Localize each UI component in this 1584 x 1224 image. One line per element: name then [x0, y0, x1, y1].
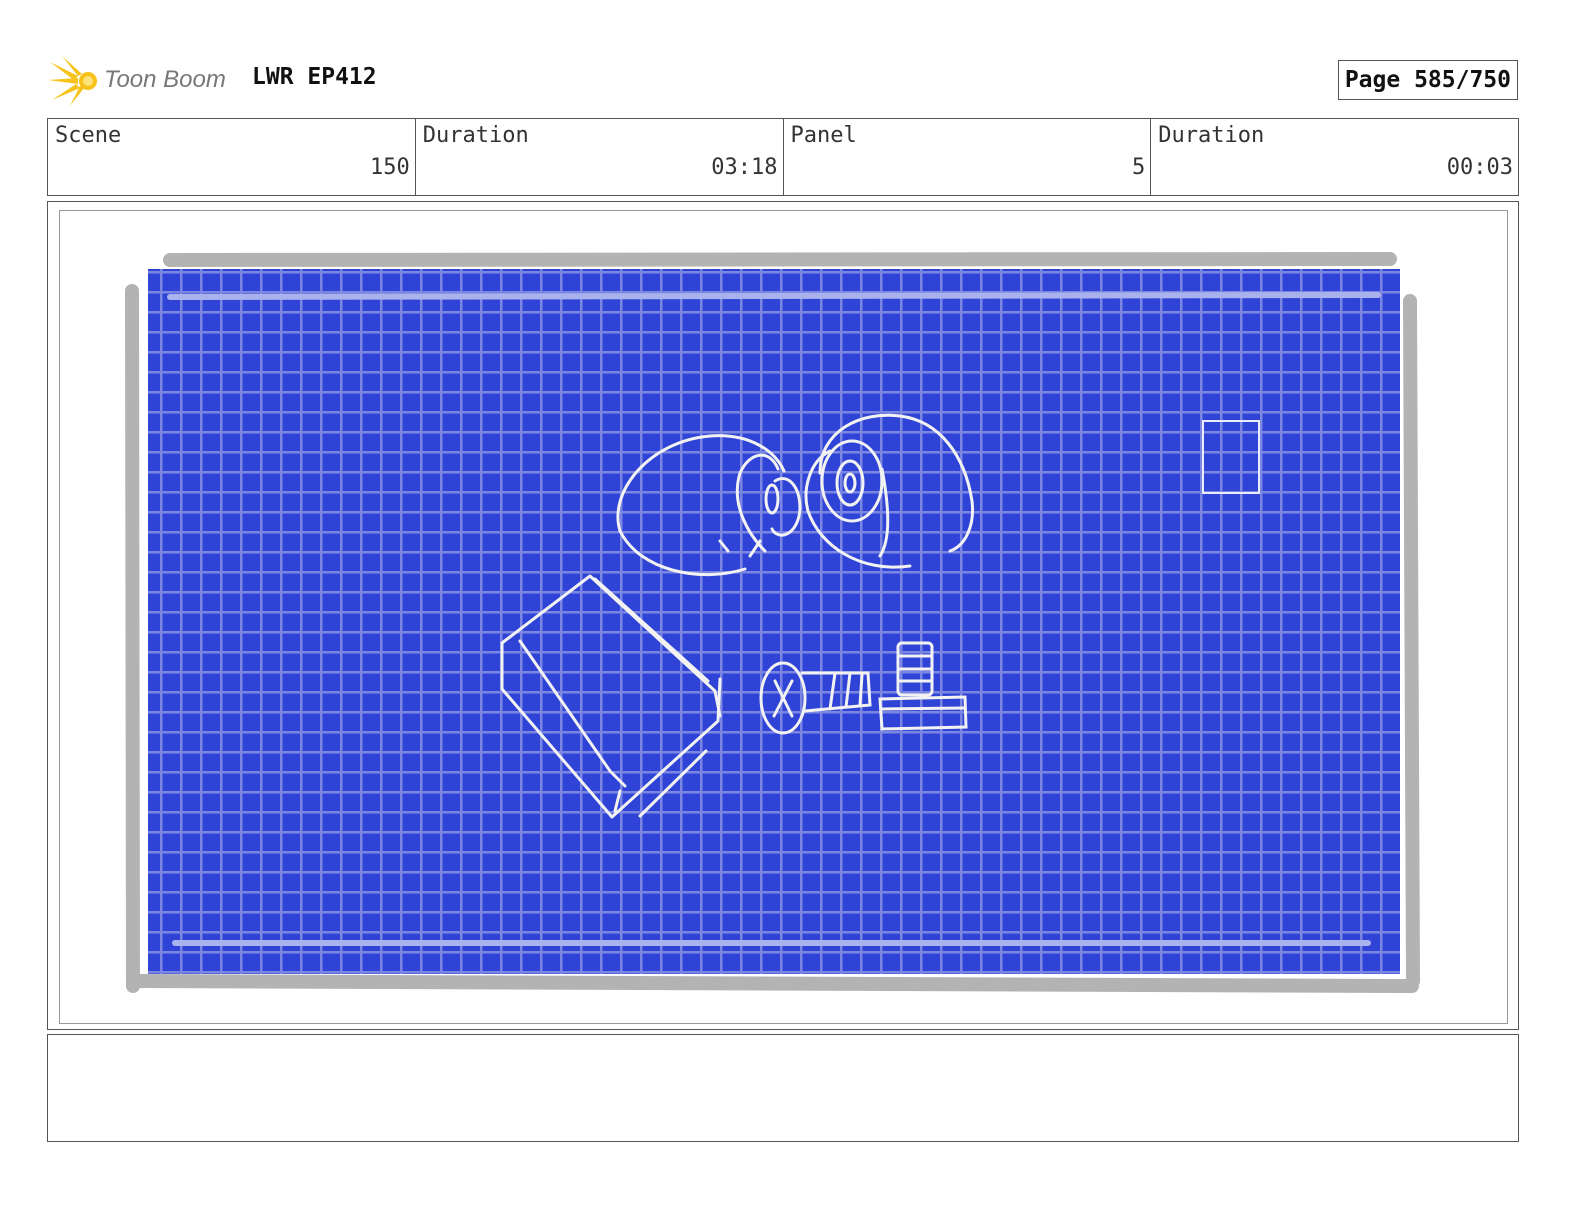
frame-top-stroke — [163, 252, 1397, 267]
panel-value: 5 — [1132, 155, 1146, 180]
scene-label: Scene — [55, 123, 122, 148]
scene-cell: Scene 150 — [48, 119, 416, 195]
frame-left-stroke — [125, 284, 140, 993]
toon-boom-starburst-icon — [48, 56, 97, 106]
panel-duration-value: 00:03 — [1446, 155, 1513, 180]
page-indicator: Page 585/750 — [1337, 60, 1518, 100]
scene-duration-cell: Duration 03:18 — [416, 119, 784, 195]
panel-notes-box[interactable] — [47, 1034, 1519, 1142]
project-title: LWR EP412 — [252, 64, 377, 90]
panel-frame — [59, 210, 1508, 1024]
panel-label: Panel — [790, 123, 857, 148]
panel-duration-cell: Duration 00:03 — [1151, 119, 1518, 195]
highlight-top — [167, 292, 1381, 300]
scene-value: 150 — [370, 155, 410, 180]
panel-duration-label: Duration — [1158, 123, 1265, 148]
blueprint-grid — [148, 269, 1400, 974]
blueprint-sketch — [125, 252, 1420, 993]
storyboard-header: Toon Boom LWR EP412 Page 585/750 — [48, 52, 1518, 108]
frame-bottom-stroke — [133, 974, 1419, 993]
panel-cell: Panel 5 — [784, 119, 1152, 195]
storyboard-panel — [47, 201, 1519, 1030]
logo-text: Toon Boom — [104, 66, 226, 93]
frame-right-stroke — [1403, 294, 1420, 988]
scene-info-bar: Scene 150 Duration 03:18 Panel 5 Duratio… — [47, 118, 1519, 196]
toon-boom-logo: Toon Boom — [48, 54, 248, 108]
scene-duration-value: 03:18 — [711, 155, 778, 180]
scene-duration-label: Duration — [422, 123, 529, 148]
